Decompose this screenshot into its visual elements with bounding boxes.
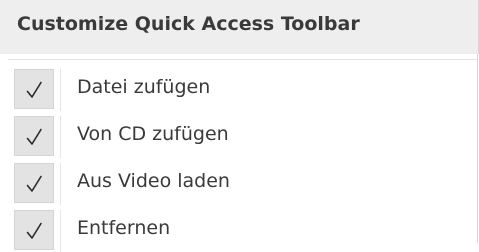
checkbox[interactable] [14,116,54,156]
checkmark-icon [26,175,42,192]
menu-item-label: Datei zufügen [77,76,211,98]
checkmark-icon [26,128,42,145]
item-divider [60,163,61,205]
checkmark-icon [26,81,42,98]
header-divider [8,59,478,60]
customize-quick-access-toolbar-menu: Customize Quick Access Toolbar Datei zuf… [0,0,479,252]
item-divider [60,116,61,158]
menu-item-aus-video-laden[interactable]: Aus Video laden [0,158,479,205]
menu-items: Datei zufügen Von CD zufügen Aus Video l… [0,64,479,252]
menu-item-label: Von CD zufügen [77,123,229,145]
checkbox[interactable] [14,163,54,203]
menu-header: Customize Quick Access Toolbar [0,0,479,54]
item-divider [60,69,61,111]
menu-item-datei-zufuegen[interactable]: Datei zufügen [0,64,479,111]
checkmark-icon [26,222,42,239]
menu-title: Customize Quick Access Toolbar [17,13,360,35]
checkbox[interactable] [14,210,54,250]
menu-item-von-cd-zufuegen[interactable]: Von CD zufügen [0,111,479,158]
menu-item-label: Aus Video laden [77,170,230,192]
checkbox[interactable] [14,69,54,109]
menu-item-entfernen[interactable]: Entfernen [0,205,479,252]
menu-item-label: Entfernen [77,217,171,239]
item-divider [60,210,61,252]
